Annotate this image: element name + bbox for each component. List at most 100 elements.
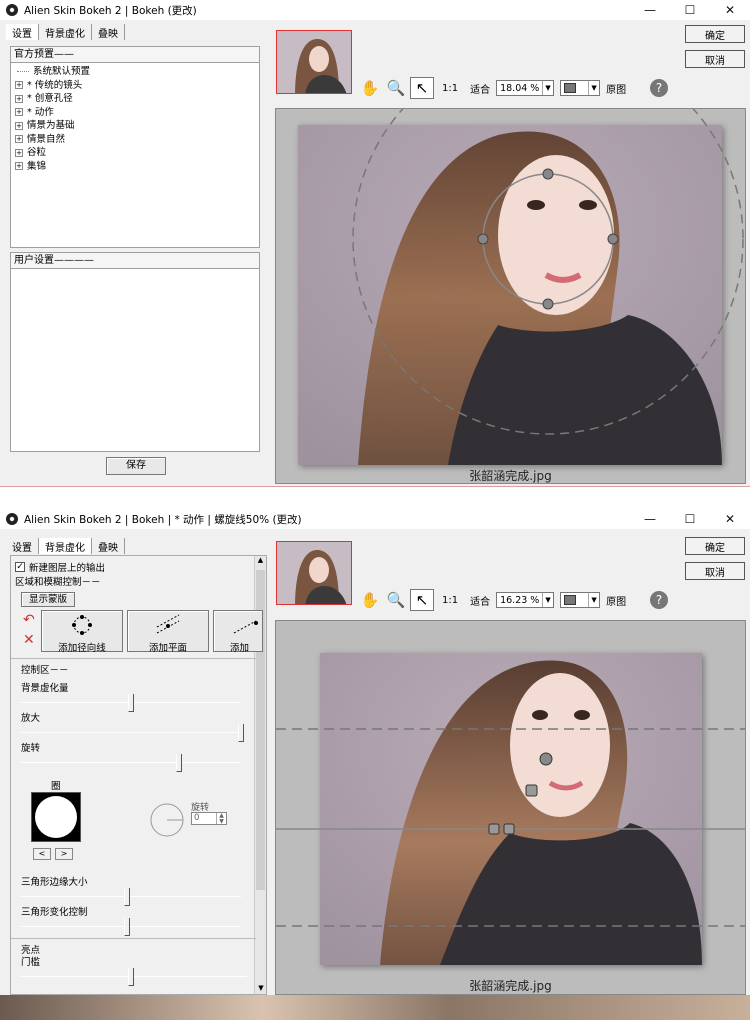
ok-button[interactable]: 确定 [685,25,745,43]
add-partial-button[interactable]: 添加 [213,610,263,654]
focus-handle[interactable] [607,233,619,245]
tab-settings[interactable]: 设置 [6,24,39,40]
new-layer-checkbox-row[interactable]: ✓ 新建图层上的输出 [15,560,105,574]
thumbnail-image [277,31,351,93]
slider-thumb[interactable] [124,888,130,906]
show-mask-button[interactable]: 显示蒙版 [21,592,75,607]
minimize-icon[interactable]: — [630,0,670,20]
slider-track[interactable] [21,732,241,733]
zoom-1to1-button[interactable]: 1:1 [442,83,458,94]
help-icon[interactable]: ? [644,77,674,99]
slider-row[interactable]: 三角形边缘大小 [21,876,247,906]
tree-item[interactable]: + 情景为基础 [11,119,259,133]
tree-item[interactable]: + 谷粒 [11,146,259,160]
outer-falloff-circle[interactable] [352,109,744,435]
save-button[interactable]: 保存 [106,457,166,475]
add-radial-button[interactable]: 添加径向线 [41,610,123,654]
plane-icon [156,614,180,634]
tab-bokeh[interactable]: 背景虚化 [39,24,92,40]
slider-track[interactable] [21,762,241,763]
delete-icon[interactable]: ✕ [23,632,35,648]
spinner-icon[interactable]: ▲ ▼ [216,813,226,825]
threshold-slider[interactable]: 门槛 [21,956,247,986]
expand-icon[interactable]: + [15,121,23,130]
bokeh-overlay[interactable] [276,109,746,484]
close-icon[interactable]: ✕ [710,0,750,20]
plane-handle[interactable] [539,752,553,766]
thumbnail[interactable] [276,30,352,94]
focus-handle[interactable] [542,298,554,310]
scroll-down-icon[interactable]: ▼ [255,984,266,994]
plane-handle[interactable] [503,823,515,835]
help-icon[interactable]: ? [644,589,674,611]
bg-color-select[interactable]: ▼ [560,592,601,608]
pointer-icon[interactable]: ↖ [410,77,434,99]
slider-row[interactable]: 三角形变化控制 [21,906,247,936]
plane-overlay[interactable] [276,621,746,995]
new-layer-checkbox[interactable]: ✓ [15,562,25,572]
maximize-icon[interactable]: ☐ [670,509,710,529]
expand-icon[interactable]: + [15,148,23,157]
tab-settings[interactable]: 设置 [6,538,39,554]
slider-thumb[interactable] [238,724,244,742]
close-icon[interactable]: ✕ [710,509,750,529]
tab-overlay[interactable]: 叠映 [92,24,125,40]
expand-icon[interactable]: + [15,81,23,90]
aperture-shape-preview[interactable] [31,792,81,842]
slider-thumb[interactable] [128,968,134,986]
magnifier-icon[interactable]: 🔍 [384,589,408,611]
slider-row[interactable]: 放大 [21,712,247,742]
slider-track[interactable] [21,896,241,897]
cancel-button[interactable]: 取消 [685,562,745,580]
fit-button[interactable]: 适合 [470,593,490,608]
fit-button[interactable]: 适合 [470,81,490,96]
tree-item[interactable]: 系统默认预置 [11,65,259,79]
tree-item[interactable]: + * 传统的镜头 [11,79,259,93]
chevron-right-icon[interactable]: > [55,848,73,860]
rotation-dial[interactable] [147,800,187,840]
expand-icon[interactable]: + [15,135,23,144]
preview-area[interactable]: 张韶涵完成.jpg [275,108,746,484]
tree-item[interactable]: + * 创意孔径 [11,92,259,106]
add-plane-button[interactable]: 添加平面 [127,610,209,654]
bg-color-select[interactable]: ▼ [560,80,601,96]
hand-icon[interactable]: ✋ [358,77,382,99]
thumbnail[interactable] [276,541,352,605]
slider-row[interactable]: 旋转 [21,742,247,772]
hand-icon[interactable]: ✋ [358,589,382,611]
tree-item[interactable]: + 集锦 [11,160,259,174]
maximize-icon[interactable]: ☐ [670,0,710,20]
inner-focus-circle[interactable] [482,173,614,305]
expand-icon[interactable]: + [15,108,23,117]
zoom-select[interactable]: 18.04 % ▼ [496,80,555,96]
zoom-1to1-button[interactable]: 1:1 [442,595,458,606]
magnifier-icon[interactable]: 🔍 [384,77,408,99]
original-button[interactable]: 原图 [606,81,626,96]
plane-handle[interactable] [488,823,500,835]
slider-thumb[interactable] [124,918,130,936]
original-button[interactable]: 原图 [606,593,626,608]
slider-thumb[interactable] [128,694,134,712]
minimize-icon[interactable]: — [630,509,670,529]
rotate-input[interactable]: 0 ▲ ▼ [191,812,227,825]
plane-handle[interactable] [525,784,538,797]
preview-area[interactable]: 张韶涵完成.jpg [275,620,746,995]
chevron-left-icon[interactable]: < [33,848,51,860]
slider-thumb[interactable] [176,754,182,772]
slider-row[interactable]: 背景虚化量 [21,682,247,712]
scroll-up-icon[interactable]: ▲ [255,556,266,568]
tab-bokeh[interactable]: 背景虚化 [39,538,92,554]
focus-handle[interactable] [477,233,489,245]
pointer-icon[interactable]: ↖ [410,589,434,611]
cancel-button[interactable]: 取消 [685,50,745,68]
slider-track[interactable] [21,926,241,927]
undo-icon[interactable]: ↶ [23,612,35,628]
expand-icon[interactable]: + [15,162,23,171]
focus-handle[interactable] [542,168,554,180]
ok-button[interactable]: 确定 [685,537,745,555]
tree-item[interactable]: + 情景自然 [11,133,259,147]
expand-icon[interactable]: + [15,94,23,103]
tree-item[interactable]: + * 动作 [11,106,259,120]
tab-overlay[interactable]: 叠映 [92,538,125,554]
zoom-select[interactable]: 16.23 % ▼ [496,592,555,608]
